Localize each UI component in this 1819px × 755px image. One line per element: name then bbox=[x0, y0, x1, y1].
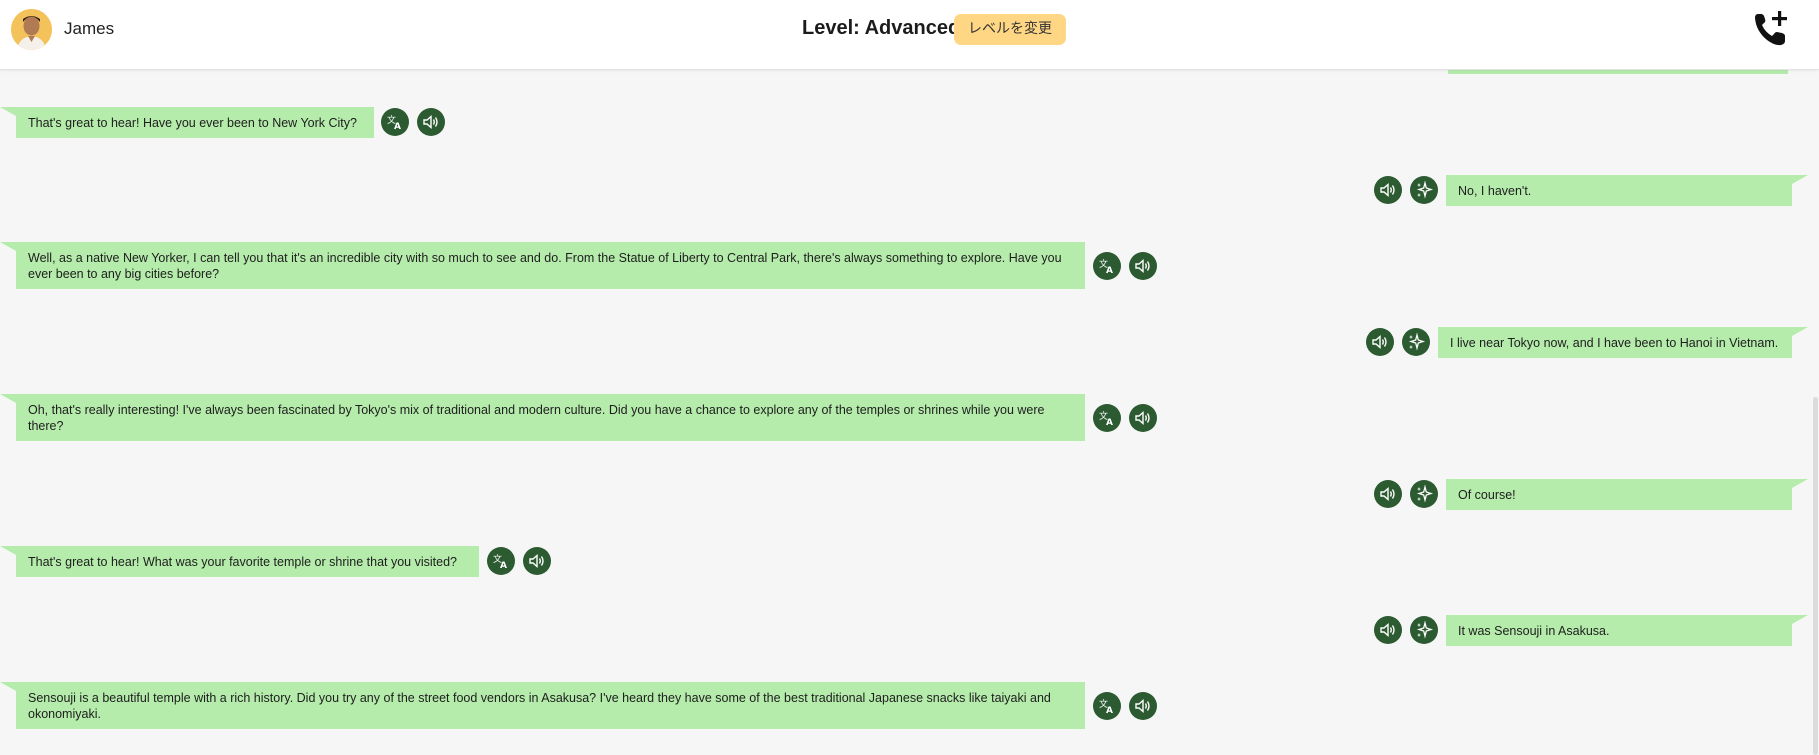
speak-button[interactable] bbox=[1129, 252, 1157, 280]
translate-icon: 文 A bbox=[387, 114, 401, 132]
speak-button[interactable] bbox=[1374, 480, 1402, 508]
message-text: It was Sensouji in Asakusa. bbox=[1458, 624, 1610, 638]
sparkle-icon bbox=[1408, 332, 1426, 351]
speak-button[interactable] bbox=[1129, 692, 1157, 720]
chat-area: That's great to hear! Have you ever been… bbox=[0, 70, 1819, 755]
level-title: Level: Advanced bbox=[802, 17, 961, 39]
svg-text:A: A bbox=[394, 122, 401, 132]
translate-button[interactable]: 文 A bbox=[1093, 692, 1121, 720]
bot-message: Well, as a native New Yorker, I can tell… bbox=[0, 242, 1085, 289]
svg-text:A: A bbox=[1106, 266, 1113, 276]
user-message: It was Sensouji in Asakusa. bbox=[1446, 615, 1808, 646]
speaker-icon bbox=[1135, 258, 1150, 274]
svg-text:A: A bbox=[1106, 418, 1113, 428]
sparkle-icon bbox=[1416, 620, 1434, 639]
scrollbar-thumb[interactable] bbox=[1813, 397, 1818, 755]
speaker-icon bbox=[529, 553, 544, 569]
translate-button[interactable]: 文 A bbox=[487, 547, 515, 575]
bot-message: Oh, that's really interesting! I've alwa… bbox=[0, 394, 1085, 441]
speak-button[interactable] bbox=[417, 108, 445, 136]
bot-message: Sensouji is a beautiful temple with a ri… bbox=[0, 682, 1085, 729]
user-message: No, I haven't. bbox=[1446, 175, 1808, 206]
translate-button[interactable]: 文 A bbox=[1093, 252, 1121, 280]
avatar[interactable] bbox=[11, 9, 52, 50]
translate-button[interactable]: 文 A bbox=[1093, 404, 1121, 432]
speaker-icon bbox=[1135, 698, 1150, 714]
sparkle-icon bbox=[1416, 484, 1434, 503]
message-text: That's great to hear! What was your favo… bbox=[28, 555, 457, 569]
avatar-portrait bbox=[11, 9, 52, 50]
translate-icon: 文 A bbox=[1099, 258, 1113, 276]
translate-icon: 文 A bbox=[493, 553, 507, 571]
bot-message: That's great to hear! Have you ever been… bbox=[0, 107, 374, 138]
svg-text:A: A bbox=[1106, 706, 1113, 716]
user-message: Of course! bbox=[1446, 479, 1808, 510]
user-message: I live near Tokyo now, and I have been t… bbox=[1438, 327, 1808, 358]
sparkle-icon bbox=[1416, 180, 1434, 199]
translate-icon: 文 A bbox=[1099, 410, 1113, 428]
correction-button[interactable] bbox=[1410, 176, 1438, 204]
speak-button[interactable] bbox=[523, 547, 551, 575]
correction-button[interactable] bbox=[1410, 480, 1438, 508]
speaker-icon bbox=[1380, 486, 1395, 502]
message-text: Sensouji is a beautiful temple with a ri… bbox=[28, 691, 1051, 721]
speaker-icon bbox=[423, 114, 438, 130]
svg-text:A: A bbox=[500, 561, 507, 571]
username: James bbox=[64, 19, 115, 38]
speak-button[interactable] bbox=[1129, 404, 1157, 432]
message-text: Well, as a native New Yorker, I can tell… bbox=[28, 251, 1062, 281]
message-text: Of course! bbox=[1458, 488, 1516, 502]
message-text: I live near Tokyo now, and I have been t… bbox=[1450, 336, 1779, 350]
message-text: That's great to hear! Have you ever been… bbox=[28, 116, 357, 130]
speak-button[interactable] bbox=[1366, 328, 1394, 356]
speak-button[interactable] bbox=[1374, 176, 1402, 204]
bot-message: That's great to hear! What was your favo… bbox=[0, 546, 479, 577]
message-text: Oh, that's really interesting! I've alwa… bbox=[28, 403, 1045, 433]
speaker-icon bbox=[1380, 622, 1395, 638]
translate-button[interactable]: 文 A bbox=[381, 108, 409, 136]
speaker-icon bbox=[1135, 410, 1150, 426]
message-text: No, I haven't. bbox=[1458, 184, 1532, 198]
top-bar: James Level: Advanced レベルを変更 bbox=[0, 0, 1819, 70]
correction-button[interactable] bbox=[1402, 328, 1430, 356]
translate-icon: 文 A bbox=[1099, 698, 1113, 716]
speak-button[interactable] bbox=[1374, 616, 1402, 644]
speaker-icon bbox=[1380, 182, 1395, 198]
add-call-icon[interactable] bbox=[1750, 9, 1790, 49]
change-level-button[interactable]: レベルを変更 bbox=[954, 14, 1066, 45]
speaker-icon bbox=[1372, 334, 1387, 350]
correction-button[interactable] bbox=[1410, 616, 1438, 644]
